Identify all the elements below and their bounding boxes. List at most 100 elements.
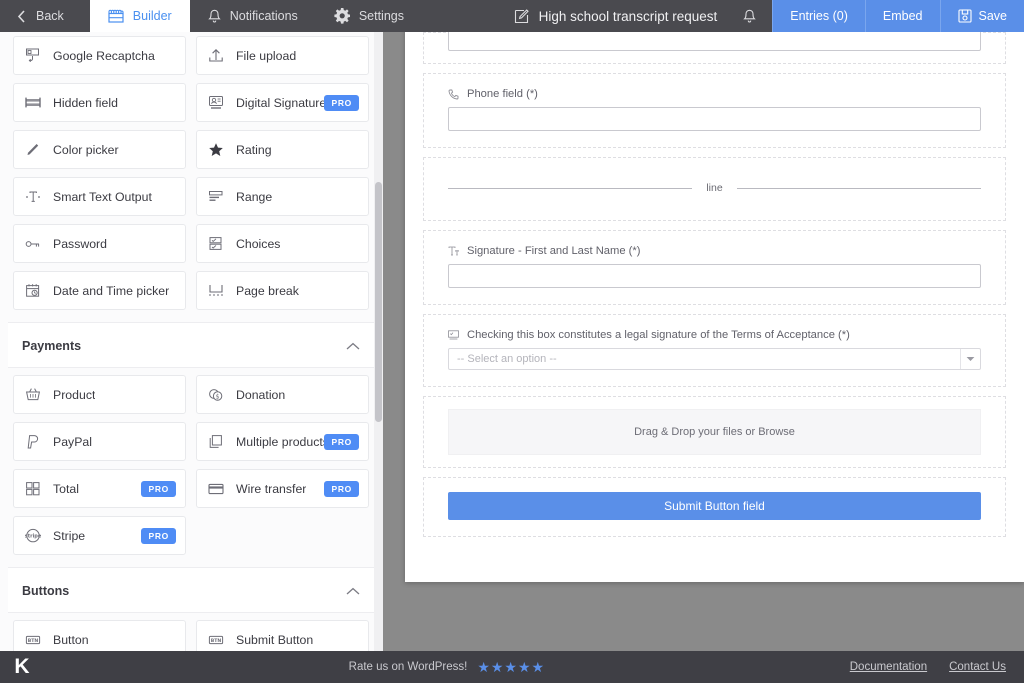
field-type-card[interactable]: Hidden field bbox=[8, 79, 191, 126]
rate-us-area[interactable]: Rate us on WordPress! ★★★★★ bbox=[44, 659, 850, 676]
form-field-signature-name[interactable]: Signature - First and Last Name (*) bbox=[423, 230, 1006, 305]
signature-input[interactable] bbox=[448, 264, 981, 288]
field-card-color-picker[interactable]: Color picker bbox=[13, 130, 186, 169]
field-card-multiple-products[interactable]: Multiple productsPRO bbox=[196, 422, 369, 461]
field-type-card[interactable]: Range bbox=[191, 173, 374, 220]
file-dropzone[interactable]: Drag & Drop your files or Browse bbox=[448, 409, 981, 455]
field-card-smart-text-output[interactable]: Smart Text Output bbox=[13, 177, 186, 216]
field-card-wire-transfer[interactable]: Wire transferPRO bbox=[196, 469, 369, 508]
field-card-paypal[interactable]: PayPal bbox=[13, 422, 186, 461]
terms-select[interactable]: -- Select an option -- bbox=[448, 348, 981, 370]
field-card-choices[interactable]: Choices bbox=[196, 224, 369, 263]
payment-type-card[interactable]: TotalPRO bbox=[8, 465, 191, 512]
back-button[interactable]: Back bbox=[0, 0, 90, 32]
field-card-digital-signature[interactable]: Digital SignaturePRO bbox=[196, 83, 369, 122]
section-header-buttons[interactable]: Buttons bbox=[8, 567, 374, 613]
form-field-submit[interactable]: Submit Button field bbox=[423, 477, 1006, 537]
smart-text-icon bbox=[25, 189, 42, 205]
field-card-hidden-field[interactable]: Hidden field bbox=[13, 83, 186, 122]
svg-text:stripe: stripe bbox=[25, 533, 42, 539]
field-card-password[interactable]: Password bbox=[13, 224, 186, 263]
field-card-label: Wire transfer bbox=[236, 482, 306, 496]
sidebar-scrollbar-track[interactable] bbox=[374, 32, 383, 651]
payment-type-card[interactable]: Product bbox=[8, 371, 191, 418]
digital-signature-icon bbox=[208, 95, 225, 111]
field-card-submit-button[interactable]: BTNSubmit Button bbox=[196, 620, 369, 651]
field-type-card[interactable]: Google Recaptcha bbox=[8, 32, 191, 79]
chevron-up-icon[interactable] bbox=[346, 342, 360, 351]
button-type-card[interactable]: BTNSubmit Button bbox=[191, 616, 374, 651]
field-card-page-break[interactable]: Page break bbox=[196, 271, 369, 310]
field-type-card[interactable]: Choices bbox=[191, 220, 374, 267]
tab-settings[interactable]: Settings bbox=[316, 0, 422, 32]
form-field-phone[interactable]: Phone field (*) bbox=[423, 73, 1006, 148]
payment-type-card[interactable]: PayPal bbox=[8, 418, 191, 465]
form-field-line[interactable]: line bbox=[423, 157, 1006, 221]
form-field-file-upload[interactable]: Drag & Drop your files or Browse bbox=[423, 396, 1006, 468]
builder-label: Builder bbox=[133, 9, 172, 23]
field-type-card[interactable]: Rating bbox=[191, 126, 374, 173]
paypal-icon bbox=[25, 434, 42, 450]
payment-type-card[interactable]: $Donation bbox=[191, 371, 374, 418]
field-card-stripe[interactable]: stripeStripePRO bbox=[13, 516, 186, 555]
field-card-label: Stripe bbox=[53, 529, 85, 543]
phone-icon bbox=[448, 89, 459, 100]
entries-button[interactable]: Entries (0) bbox=[772, 0, 865, 32]
payment-type-card[interactable]: Wire transferPRO bbox=[191, 465, 374, 512]
textarea-input[interactable] bbox=[448, 32, 981, 51]
field-card-product[interactable]: Product bbox=[13, 375, 186, 414]
fields-sidebar[interactable]: Google Recaptcha File upload Hidden field D… bbox=[0, 32, 383, 651]
documentation-link[interactable]: Documentation bbox=[850, 661, 927, 673]
pencil-icon bbox=[25, 142, 42, 158]
back-label: Back bbox=[36, 9, 64, 23]
submit-button-label: Submit Button field bbox=[664, 499, 765, 513]
chevron-left-icon bbox=[16, 10, 27, 23]
save-button[interactable]: Save bbox=[940, 0, 1024, 32]
field-card-label: Color picker bbox=[53, 143, 119, 157]
field-type-card[interactable]: Color picker bbox=[8, 126, 191, 173]
button-type-card[interactable]: BTNButton bbox=[8, 616, 191, 651]
field-card-label: Password bbox=[53, 237, 107, 251]
header-notification-bell[interactable] bbox=[727, 0, 772, 32]
builder-icon bbox=[108, 9, 124, 23]
field-type-card[interactable]: File upload bbox=[191, 32, 374, 79]
recaptcha-icon bbox=[25, 48, 42, 64]
form-title-area[interactable]: High school transcript request bbox=[504, 0, 728, 32]
field-card-rating[interactable]: Rating bbox=[196, 130, 369, 169]
field-card-donation[interactable]: $Donation bbox=[196, 375, 369, 414]
field-card-file-upload[interactable]: File upload bbox=[196, 36, 369, 75]
chevron-up-icon[interactable] bbox=[346, 587, 360, 596]
field-card-range[interactable]: Range bbox=[196, 177, 369, 216]
field-card-total[interactable]: TotalPRO bbox=[13, 469, 186, 508]
field-type-card[interactable]: Smart Text Output bbox=[8, 173, 191, 220]
field-card-label: Multiple products bbox=[236, 435, 329, 449]
field-card-google-recaptcha[interactable]: Google Recaptcha bbox=[13, 36, 186, 75]
form-field-terms-select[interactable]: Checking this box constitutes a legal si… bbox=[423, 314, 1006, 387]
field-type-card[interactable]: Password bbox=[8, 220, 191, 267]
rate-us-label: Rate us on WordPress! bbox=[349, 661, 468, 673]
field-card-date-and-time-picker[interactable]: Date and Time picker bbox=[13, 271, 186, 310]
field-type-card[interactable]: Page break bbox=[191, 267, 374, 314]
bell-icon bbox=[743, 9, 756, 24]
embed-button[interactable]: Embed bbox=[865, 0, 940, 32]
tab-builder[interactable]: Builder bbox=[90, 0, 190, 32]
terms-field-label-row: Checking this box constitutes a legal si… bbox=[448, 329, 981, 341]
form-canvas-area: Phone field (*) line Signature - F bbox=[383, 32, 1024, 651]
field-type-card[interactable]: Date and Time picker bbox=[8, 267, 191, 314]
field-card-button[interactable]: BTNButton bbox=[13, 620, 186, 651]
chevron-down-icon[interactable] bbox=[960, 349, 980, 369]
save-label: Save bbox=[979, 9, 1008, 23]
form-field-textarea-partial[interactable] bbox=[423, 32, 1006, 64]
text-format-icon bbox=[448, 246, 459, 257]
section-header-payments[interactable]: Payments bbox=[8, 322, 374, 368]
field-type-card[interactable]: Digital SignaturePRO bbox=[191, 79, 374, 126]
form-title: High school transcript request bbox=[539, 9, 718, 24]
payment-type-card[interactable]: Multiple productsPRO bbox=[191, 418, 374, 465]
submit-button[interactable]: Submit Button field bbox=[448, 492, 981, 520]
star-rating-icon[interactable]: ★★★★★ bbox=[477, 659, 545, 676]
contact-us-link[interactable]: Contact Us bbox=[949, 661, 1006, 673]
tab-notifications[interactable]: Notifications bbox=[190, 0, 316, 32]
payment-type-card[interactable]: stripeStripePRO bbox=[8, 512, 191, 559]
sidebar-scrollbar-thumb[interactable] bbox=[375, 182, 382, 422]
phone-input[interactable] bbox=[448, 107, 981, 131]
